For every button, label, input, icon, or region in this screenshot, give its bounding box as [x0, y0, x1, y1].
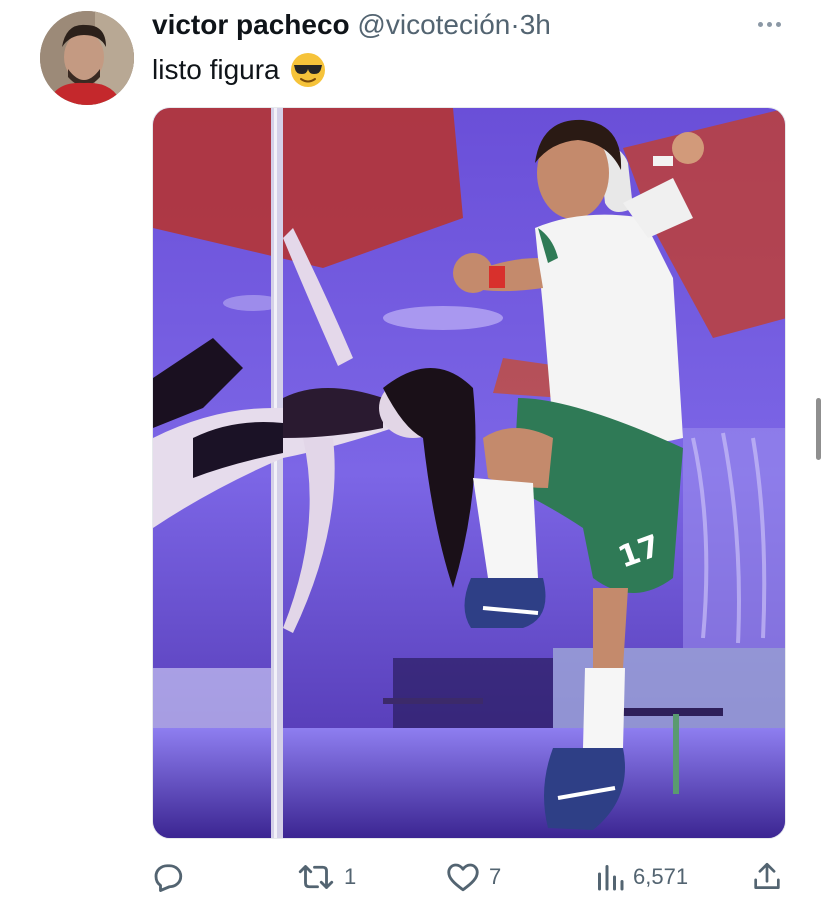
views-chart-icon	[598, 865, 624, 891]
views-button[interactable]: 6,571	[595, 855, 688, 899]
club-scene-photo: 17	[153, 108, 785, 838]
avatar[interactable]	[40, 11, 134, 105]
retweet-button[interactable]: 1	[296, 855, 356, 899]
share-button[interactable]	[750, 855, 784, 899]
tweet-header: victor pacheco @vicoteción·3h	[152, 8, 769, 42]
avatar-photo	[40, 11, 134, 105]
sunglasses-face-icon	[290, 53, 325, 87]
views-count: 6,571	[633, 864, 689, 889]
tweet-action-bar: 1 7 6,571	[150, 855, 790, 899]
user-handle[interactable]: @vicoteción	[357, 9, 510, 40]
timestamp[interactable]: 3h	[520, 9, 551, 40]
scrollbar-thumb[interactable]	[816, 398, 821, 460]
retweet-icon	[298, 865, 334, 889]
tweet-body: listo figura	[152, 54, 280, 85]
retweet-count: 1	[344, 864, 357, 889]
tweet-media-image[interactable]: 17	[152, 107, 786, 839]
like-button[interactable]: 7	[445, 855, 501, 899]
heart-icon	[447, 863, 479, 892]
separator-dot: ·	[510, 9, 520, 40]
more-options-icon[interactable]	[749, 12, 789, 36]
tweet-text: listo figura	[152, 52, 326, 88]
like-count: 7	[489, 864, 502, 889]
display-name[interactable]: victor pacheco	[152, 9, 350, 40]
share-icon	[754, 862, 780, 889]
reply-button[interactable]	[150, 855, 194, 899]
reply-icon	[154, 864, 183, 892]
